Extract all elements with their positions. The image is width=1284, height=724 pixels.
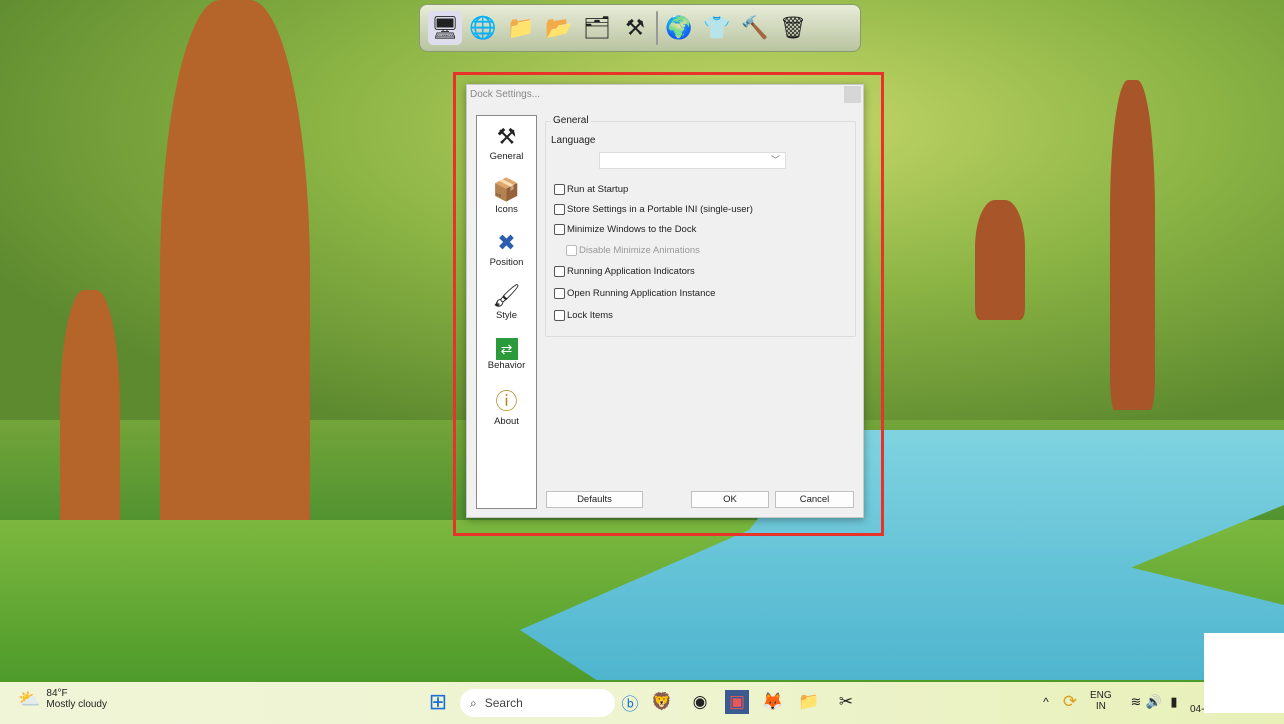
- switch-icon: ⇄: [495, 338, 518, 360]
- weather-condition: Mostly cloudy: [46, 699, 107, 710]
- sidebar-item-behavior[interactable]: ⇄ Behavior: [477, 328, 536, 381]
- sync-icon[interactable]: ⟳: [1058, 690, 1082, 714]
- checkbox-label: Running Application Indicators: [567, 266, 695, 277]
- checkbox-label: Store Settings in a Portable INI (single…: [567, 204, 753, 215]
- bing-icon[interactable]: ⓑ: [618, 690, 642, 714]
- open-running-instance-checkbox[interactable]: Open Running Application Instance: [554, 288, 715, 299]
- language-indicator[interactable]: ENG IN: [1090, 690, 1112, 712]
- search-box[interactable]: ⌕ Search: [460, 689, 615, 717]
- brave-browser-icon[interactable]: 🦁: [650, 690, 674, 714]
- documents-icon[interactable]: 🗂: [580, 11, 614, 45]
- chrome-icon[interactable]: ◉: [688, 690, 712, 714]
- group-label: General: [551, 115, 591, 126]
- info-icon: ⓘ: [495, 389, 518, 414]
- sidebar-item-label: Behavior: [487, 360, 526, 371]
- language-select[interactable]: ﹀: [599, 152, 786, 169]
- checkbox-label: Run at Startup: [567, 184, 629, 195]
- checkbox-label: Open Running Application Instance: [567, 288, 716, 299]
- cancel-button[interactable]: Cancel: [775, 491, 854, 508]
- folder-open-icon[interactable]: 📂: [542, 11, 576, 45]
- app-icon[interactable]: ▣: [725, 690, 749, 714]
- taskbar: ⛅ 84°F Mostly cloudy ⊞ ⌕ Search ⓑ 🦁 ◉ ▣ 🦊 …: [0, 682, 1284, 724]
- sidebar-item-position[interactable]: ✖ Position: [477, 222, 536, 275]
- checkbox-label: Minimize Windows to the Dock: [567, 224, 697, 235]
- defaults-button[interactable]: Defaults: [546, 491, 643, 508]
- dock-bar: 🖥 🌐 📁 📂 🗂 ⚒ 🌍 👕 🔨 🗑: [419, 4, 861, 52]
- wallpaper-tree: [975, 200, 1025, 320]
- language-label: Language: [551, 135, 596, 146]
- tools-icon[interactable]: ⚒: [618, 11, 652, 45]
- hammer-icon[interactable]: 🔨: [738, 11, 772, 45]
- cloud-sun-icon: ⛅: [18, 688, 41, 709]
- firefox-icon[interactable]: 🦊: [761, 690, 785, 714]
- sidebar-item-label: General: [489, 151, 524, 162]
- arrows-icon: ✖: [497, 230, 516, 255]
- sidebar-item-label: Style: [495, 310, 518, 321]
- ok-button[interactable]: OK: [691, 491, 769, 508]
- run-at-startup-checkbox[interactable]: Run at Startup: [554, 184, 628, 195]
- computer-icon[interactable]: 🖥: [428, 11, 462, 45]
- sidebar-item-general[interactable]: ⚒ General: [477, 116, 536, 169]
- brush-icon: 🖌: [492, 283, 521, 308]
- search-label: Search: [484, 696, 523, 710]
- snipping-tool-icon[interactable]: ✂: [834, 690, 858, 714]
- dialog-title: Dock Settings...: [470, 89, 541, 100]
- sidebar-item-label: Position: [489, 257, 524, 268]
- globe-icon[interactable]: 🌍: [662, 11, 696, 45]
- dock-separator: [656, 11, 658, 45]
- tshirt-icon[interactable]: 👕: [700, 11, 734, 45]
- folder-icon[interactable]: 📁: [504, 11, 538, 45]
- recycle-bin-icon[interactable]: 🗑: [776, 11, 810, 45]
- settings-sidebar: ⚒ General 📦 Icons ✖ Position 🖌 Style ⇄ Behavi…: [476, 115, 537, 509]
- disable-minimize-animations-checkbox: Disable Minimize Animations: [566, 245, 700, 256]
- checkbox-label: Disable Minimize Animations: [579, 245, 700, 256]
- battery-icon[interactable]: ▮: [1162, 690, 1186, 714]
- weather-widget[interactable]: ⛅ 84°F Mostly cloudy: [18, 688, 107, 710]
- sidebar-item-style[interactable]: 🖌 Style: [477, 275, 536, 328]
- windows-start-icon[interactable]: ⊞: [426, 689, 450, 714]
- portable-ini-checkbox[interactable]: Store Settings in a Portable INI (single…: [554, 204, 753, 215]
- chevron-up-icon[interactable]: ^: [1034, 690, 1058, 714]
- lock-items-checkbox[interactable]: Lock Items: [554, 310, 613, 321]
- sidebar-item-label: About: [494, 416, 519, 427]
- running-indicators-checkbox[interactable]: Running Application Indicators: [554, 266, 695, 277]
- sidebar-item-label: Icons: [495, 204, 518, 215]
- search-icon: ⌕: [470, 695, 477, 710]
- redaction-box: [1204, 633, 1284, 713]
- chevron-down-icon: ﹀: [770, 155, 780, 165]
- wallpaper-tree: [1110, 80, 1155, 410]
- tools-icon: ⚒: [496, 124, 517, 149]
- box-icon: 📦: [492, 177, 521, 202]
- weather-temp: 84°F: [46, 688, 68, 699]
- sidebar-item-about[interactable]: ⓘ About: [477, 381, 536, 434]
- minimize-to-dock-checkbox[interactable]: Minimize Windows to the Dock: [554, 224, 696, 235]
- lang-bottom: IN: [1095, 701, 1106, 712]
- lang-top: ENG: [1090, 690, 1112, 701]
- file-explorer-icon[interactable]: 📁: [797, 690, 821, 714]
- dock-settings-dialog: Dock Settings... ⚒ General 📦 Icons ✖ Positi…: [466, 84, 864, 518]
- close-button[interactable]: [844, 86, 861, 103]
- globe-icon[interactable]: 🌐: [466, 11, 500, 45]
- sidebar-item-icons[interactable]: 📦 Icons: [477, 169, 536, 222]
- checkbox-label: Lock Items: [567, 310, 613, 321]
